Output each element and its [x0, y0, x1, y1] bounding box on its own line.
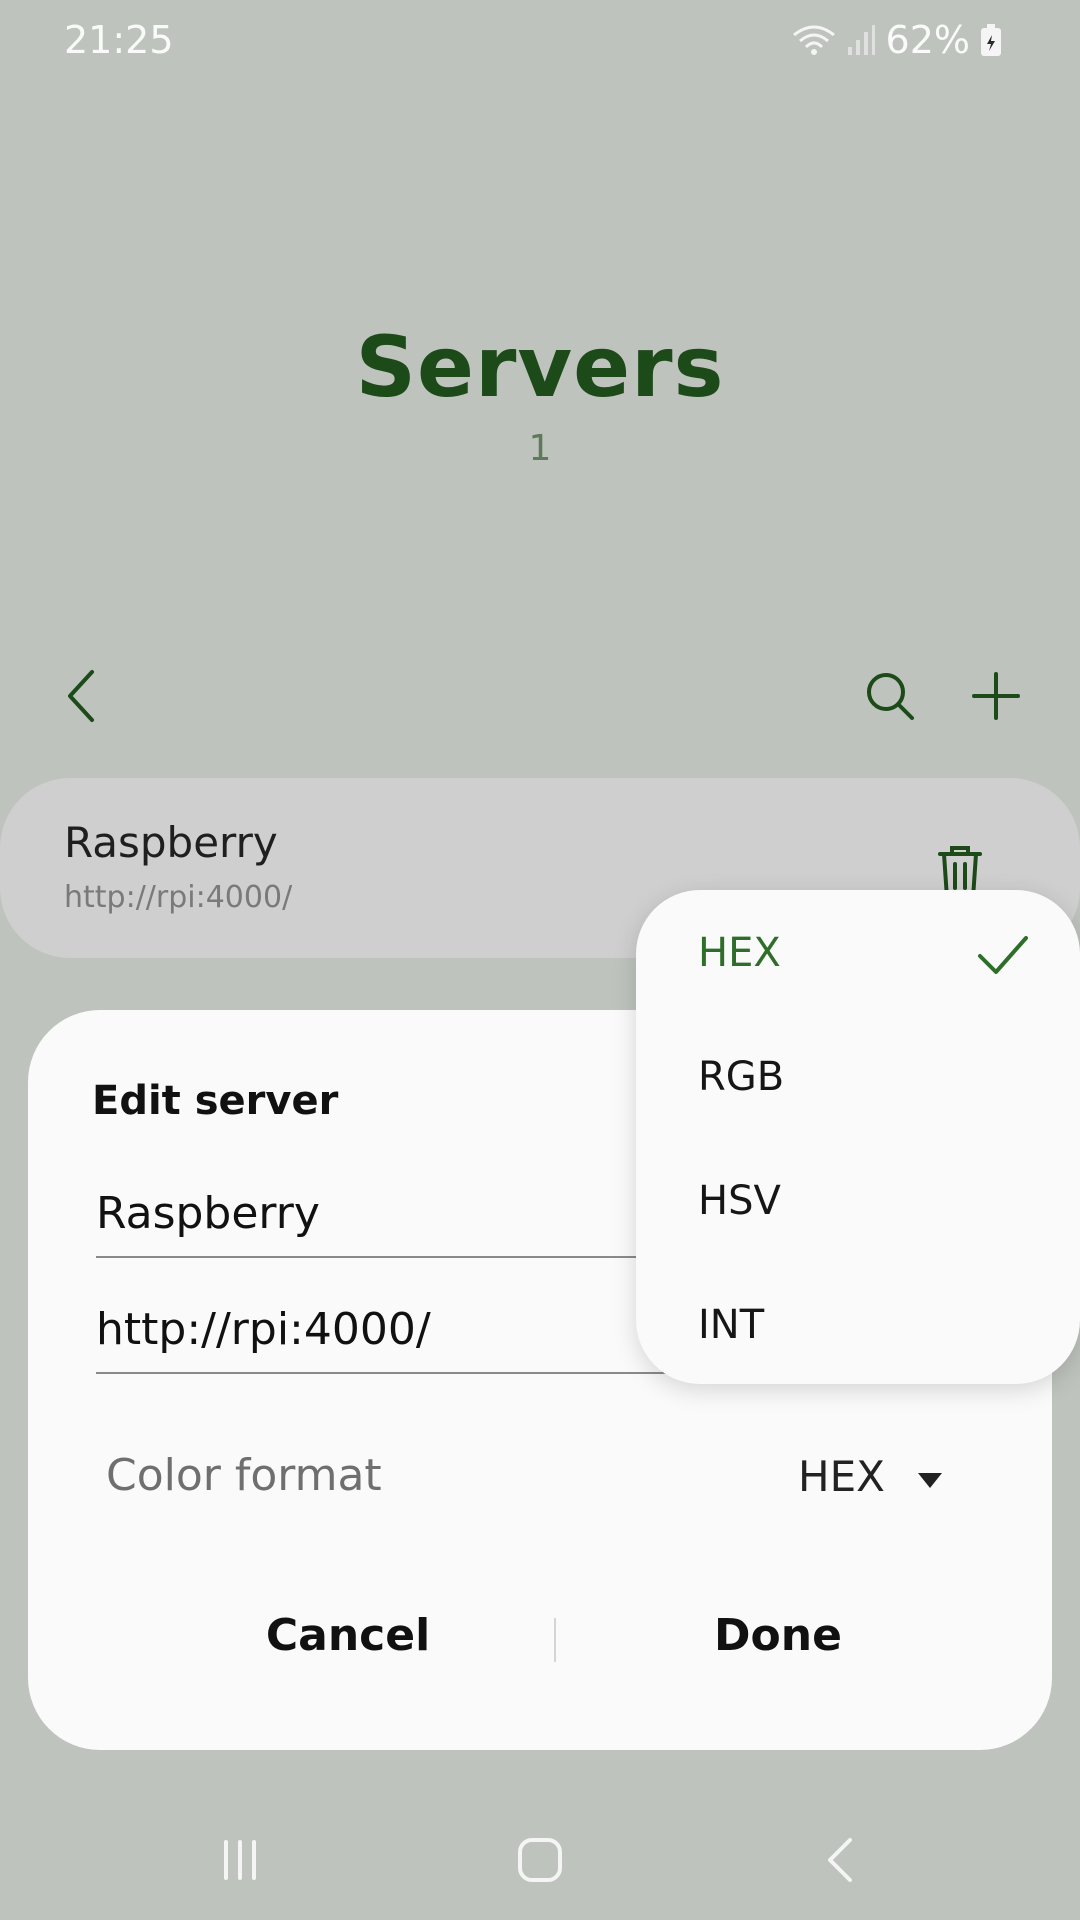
page-title: Servers — [355, 318, 725, 416]
status-time: 21:25 — [64, 18, 174, 62]
option-rgb[interactable]: RGB — [698, 1054, 784, 1100]
server-count: 1 — [528, 428, 552, 469]
color-format-dropdown: HEX RGB HSV INT — [636, 890, 1080, 1384]
nav-back-button[interactable] — [800, 1830, 880, 1890]
back-button[interactable] — [46, 660, 118, 732]
back-icon — [828, 1838, 852, 1882]
status-bar: 21:25 62% — [0, 0, 1080, 88]
plus-icon — [972, 672, 1020, 720]
button-divider — [554, 1618, 556, 1662]
recents-icon — [224, 1840, 256, 1880]
back-arrow-icon — [68, 670, 94, 722]
dialog-title: Edit server — [92, 1078, 339, 1124]
option-int[interactable]: INT — [698, 1302, 764, 1348]
search-icon — [867, 673, 914, 720]
option-hex[interactable]: HEX — [698, 930, 781, 976]
home-button[interactable] — [500, 1830, 580, 1890]
home-icon — [518, 1838, 562, 1882]
server-url: http://rpi:4000/ — [64, 880, 293, 915]
add-server-button[interactable] — [960, 660, 1032, 732]
checkmark-icon — [978, 936, 1028, 974]
done-button[interactable]: Done — [558, 1610, 998, 1661]
caret-down-icon[interactable] — [916, 1470, 944, 1490]
color-format-select[interactable]: HEX — [798, 1452, 885, 1501]
signal-icon — [846, 23, 876, 57]
search-button[interactable] — [854, 660, 926, 732]
battery-icon — [980, 23, 1002, 57]
recents-button[interactable] — [200, 1830, 280, 1890]
server-name: Raspberry — [64, 818, 278, 867]
option-hsv[interactable]: HSV — [698, 1178, 781, 1224]
color-format-label: Color format — [106, 1450, 382, 1501]
cancel-button[interactable]: Cancel — [128, 1610, 568, 1661]
wifi-icon — [792, 23, 836, 57]
battery-percent: 62% — [885, 18, 970, 62]
status-icons: 62% — [792, 18, 1002, 62]
